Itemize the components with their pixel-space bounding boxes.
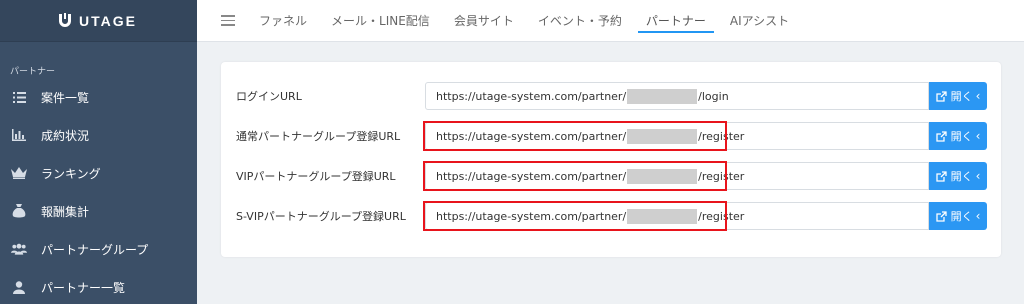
- users-icon: [11, 241, 27, 257]
- logo-text: UTAGE: [79, 12, 137, 29]
- sidebar-item-label: 成約状況: [41, 128, 90, 143]
- redacted-id: [627, 128, 698, 144]
- logo[interactable]: UTAGE: [0, 0, 197, 42]
- bar-chart-icon: [11, 127, 27, 143]
- sidebar-item-label: パートナー一覧: [41, 280, 126, 295]
- url-row-svip-group: S-VIPパートナーグループ登録URL https://utage-system…: [221, 201, 1001, 231]
- open-button-label: 開く: [950, 130, 973, 143]
- list-icon: [11, 89, 27, 105]
- url-prefix: https://utage-system.com/partner/: [436, 89, 627, 103]
- user-icon: [11, 279, 27, 295]
- external-link-icon: [935, 130, 947, 142]
- open-button-label: 開く: [950, 90, 973, 103]
- svip-group-url-field[interactable]: https://utage-system.com/partner/ /regist…: [425, 202, 929, 230]
- tab-partner[interactable]: パートナー: [637, 0, 714, 42]
- external-link-icon: [935, 170, 947, 182]
- sidebar-item-ranking[interactable]: ランキング: [0, 154, 197, 192]
- redacted-id: [627, 168, 698, 184]
- sidebar-item-label: 案件一覧: [41, 90, 90, 105]
- sidebar-item-label: パートナーグループ: [41, 242, 149, 257]
- sidebar-item-rewards[interactable]: 報酬集計: [0, 192, 197, 230]
- sidebar-section-label: パートナー: [10, 67, 56, 77]
- url-suffix: /login: [698, 89, 729, 103]
- url-prefix: https://utage-system.com/partner/: [436, 209, 627, 223]
- standard-group-url-field[interactable]: https://utage-system.com/partner/ /regist…: [425, 122, 929, 150]
- sidebar-item-projects[interactable]: 案件一覧: [0, 78, 197, 116]
- top-navigation: ファネル メール・LINE配信 会員サイト イベント・予約 パートナー AIアシ…: [197, 0, 1024, 42]
- row-label: S-VIPパートナーグループ登録URL: [236, 210, 406, 223]
- url-suffix: /register: [698, 209, 745, 223]
- url-row-standard-group: 通常パートナーグループ登録URL https://utage-system.co…: [221, 121, 1001, 151]
- external-link-icon: [935, 90, 947, 102]
- url-suffix: /register: [698, 129, 745, 143]
- chevron-left-icon: ‹: [975, 209, 981, 223]
- utage-logo-icon: [59, 12, 71, 27]
- tab-member-site[interactable]: 会員サイト: [454, 0, 514, 42]
- row-label: ログインURL: [236, 90, 302, 103]
- tab-ai-assist[interactable]: AIアシスト: [730, 0, 789, 42]
- redacted-id: [627, 208, 698, 224]
- tab-event-booking[interactable]: イベント・予約: [538, 0, 622, 42]
- sidebar-item-partner-list[interactable]: パートナー一覧: [0, 268, 197, 304]
- url-row-login: ログインURL https://utage-system.com/partner…: [221, 82, 1001, 110]
- chevron-left-icon: ‹: [975, 129, 981, 143]
- sidebar: UTAGE パートナー 案件一覧 成約状況 ランキング 報酬集計 パートナーグル…: [0, 0, 197, 304]
- sidebar-item-contracts[interactable]: 成約状況: [0, 116, 197, 154]
- url-prefix: https://utage-system.com/partner/: [436, 169, 627, 183]
- tab-funnel[interactable]: ファネル: [259, 0, 307, 42]
- sidebar-item-label: ランキング: [41, 166, 101, 181]
- tab-mail-line[interactable]: メール・LINE配信: [331, 0, 430, 42]
- open-button[interactable]: 開く ‹: [929, 202, 987, 230]
- redacted-id: [627, 88, 698, 104]
- row-label: 通常パートナーグループ登録URL: [236, 130, 401, 143]
- open-button[interactable]: 開く ‹: [929, 82, 987, 110]
- vip-group-url-field[interactable]: https://utage-system.com/partner/ /regist…: [425, 162, 929, 190]
- open-button-label: 開く: [950, 210, 973, 223]
- url-prefix: https://utage-system.com/partner/: [436, 129, 627, 143]
- partner-url-card: ログインURL https://utage-system.com/partner…: [221, 62, 1001, 257]
- url-suffix: /register: [698, 169, 745, 183]
- open-button[interactable]: 開く ‹: [929, 122, 987, 150]
- chevron-left-icon: ‹: [975, 169, 981, 183]
- chevron-left-icon: ‹: [975, 89, 981, 103]
- url-row-vip-group: VIPパートナーグループ登録URL https://utage-system.c…: [221, 161, 1001, 191]
- external-link-icon: [935, 210, 947, 222]
- row-label: VIPパートナーグループ登録URL: [236, 170, 396, 183]
- sidebar-item-label: 報酬集計: [41, 204, 90, 219]
- menu-toggle-icon[interactable]: [221, 15, 235, 26]
- sidebar-item-partner-groups[interactable]: パートナーグループ: [0, 230, 197, 268]
- money-bag-icon: [11, 203, 27, 219]
- login-url-field[interactable]: https://utage-system.com/partner/ /login: [425, 82, 929, 110]
- crown-icon: [11, 165, 27, 181]
- open-button-label: 開く: [950, 170, 973, 183]
- open-button[interactable]: 開く ‹: [929, 162, 987, 190]
